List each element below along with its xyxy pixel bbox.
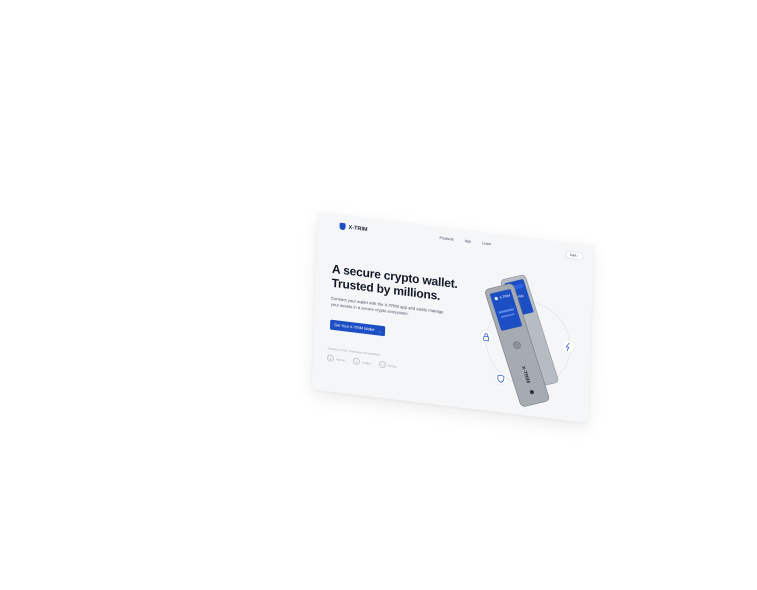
get-wallet-label: Get Your X-TRIM Wallet <box>334 323 375 332</box>
partner-icon: ◎ <box>326 354 335 363</box>
partner-icon: ◇ <box>352 357 361 366</box>
nav-link-learn[interactable]: Learn <box>482 241 491 246</box>
nav-links: Products App Learn <box>439 236 491 246</box>
cart-button[interactable]: Cart › <box>564 250 584 261</box>
top-navigation: X-TRIM Products App Learn Cart › <box>339 222 584 267</box>
brand-logo[interactable]: X-TRIM <box>339 222 368 233</box>
landing-page-preview: X-TRIM Products App Learn Cart › A secur… <box>311 212 594 424</box>
partner-name: Partner <box>335 356 346 362</box>
nav-link-app[interactable]: App <box>465 239 472 244</box>
hardware-wallet-illustration: X-TRIM X-TRIM X-TRIM <box>480 274 575 407</box>
chevron-right-icon: › <box>577 253 579 258</box>
shield-logo-icon <box>339 222 346 231</box>
arrow-right-icon: → <box>377 327 382 334</box>
partner-name: Partner <box>387 363 398 369</box>
lightning-icon <box>561 340 575 353</box>
partner-logo: ◎ Partner <box>326 354 346 363</box>
lock-icon <box>480 330 493 343</box>
partner-icon: □ <box>378 360 386 369</box>
page: X-TRIM Products App Learn Cart › A secur… <box>0 0 757 590</box>
nav-link-products[interactable]: Products <box>439 236 453 242</box>
cart-label: Cart <box>569 252 577 258</box>
get-wallet-button[interactable]: Get Your X-TRIM Wallet → <box>329 319 386 337</box>
shield-icon <box>494 372 508 385</box>
brand-name: X-TRIM <box>348 224 368 233</box>
partner-logo: □ Partner <box>378 360 398 370</box>
partner-name: Ledger <box>362 359 371 366</box>
partner-logo: ◇ Ledger <box>352 357 371 366</box>
partner-logos: ◎ Partner ◇ Ledger □ Partner <box>326 354 398 370</box>
